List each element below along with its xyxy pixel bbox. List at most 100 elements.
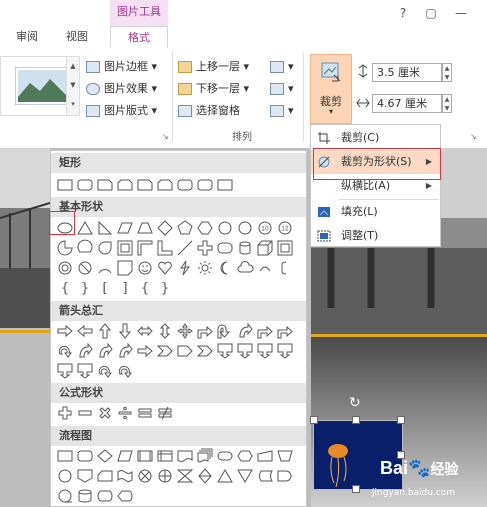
- menu-item-fit[interactable]: 调整(T): [311, 224, 440, 248]
- shape-fStored-icon[interactable]: [255, 467, 275, 485]
- shape-home-icon[interactable]: [175, 342, 195, 360]
- shape-mult-icon[interactable]: [95, 404, 115, 422]
- shape-fSum-icon[interactable]: [135, 467, 155, 485]
- shape-ud-icon[interactable]: [155, 322, 175, 340]
- shape-dia-icon[interactable]: [155, 219, 175, 237]
- shape-tri-icon[interactable]: [75, 219, 95, 237]
- shape-smile-icon[interactable]: [135, 259, 155, 277]
- shape-diag-icon[interactable]: [175, 239, 195, 257]
- rotate-handle-icon[interactable]: ↻: [349, 395, 361, 411]
- shape-left-icon[interactable]: [75, 322, 95, 340]
- minimize-button[interactable]: —: [450, 2, 472, 24]
- shape-neq-icon[interactable]: [155, 404, 175, 422]
- menu-item-crop[interactable]: 裁剪(C): [311, 126, 440, 150]
- shape-fMulti-icon[interactable]: [195, 447, 215, 465]
- shape-rrect-icon[interactable]: [75, 176, 95, 194]
- shape-half-icon[interactable]: [135, 239, 155, 257]
- shape-fSort-icon[interactable]: [195, 467, 215, 485]
- shape-fTape-icon[interactable]: [115, 467, 135, 485]
- shape-frame-icon[interactable]: [115, 239, 135, 257]
- shape-bolt-icon[interactable]: [175, 259, 195, 277]
- shape-rrect-icon[interactable]: [195, 176, 215, 194]
- resize-handle[interactable]: [352, 416, 360, 424]
- shape-snip2-icon[interactable]: [155, 176, 175, 194]
- shape-moon-icon[interactable]: [215, 259, 235, 277]
- shape-pie-icon[interactable]: [55, 239, 75, 257]
- shape-callout-icon[interactable]: [255, 342, 275, 360]
- size-dialog-launcher-icon[interactable]: ↘: [470, 132, 477, 141]
- shape-minus-icon[interactable]: [75, 404, 95, 422]
- shape-snip-icon[interactable]: [95, 176, 115, 194]
- shape-heart-icon[interactable]: [155, 259, 175, 277]
- shape-arc-icon[interactable]: [95, 259, 115, 277]
- shape-fDirect-icon[interactable]: [95, 487, 115, 505]
- shape-curved-icon[interactable]: [75, 342, 95, 360]
- shape-up-icon[interactable]: [95, 322, 115, 340]
- shape-fConn-icon[interactable]: [55, 467, 75, 485]
- shape-cube-icon[interactable]: [255, 239, 275, 257]
- shape-sun-icon[interactable]: [195, 259, 215, 277]
- shape-bent-icon[interactable]: [275, 322, 295, 340]
- shape-fManIn-icon[interactable]: [255, 447, 275, 465]
- shape-circA-icon[interactable]: [115, 362, 135, 380]
- shape-circA-icon[interactable]: [55, 342, 75, 360]
- shape-lshape-icon[interactable]: [155, 239, 175, 257]
- shape-tear-icon[interactable]: [95, 239, 115, 257]
- group-button[interactable]: ▾: [270, 80, 294, 98]
- shape-fMag-icon[interactable]: [75, 487, 95, 505]
- picture-effects-button[interactable]: 图片效果 ▾: [86, 80, 157, 98]
- shape-brace-icon[interactable]: }: [155, 279, 175, 297]
- selection-pane-button[interactable]: 选择窗格: [178, 102, 240, 120]
- shape-curved-icon[interactable]: [95, 342, 115, 360]
- bring-forward-button[interactable]: 上移一层 ▾: [178, 58, 249, 76]
- shape-cross-icon[interactable]: [195, 239, 215, 257]
- shape-bent-icon[interactable]: [255, 322, 275, 340]
- shape-right-icon[interactable]: [55, 322, 75, 340]
- shape-bevel-icon[interactable]: [275, 239, 295, 257]
- menu-item-fill[interactable]: 填充(L): [311, 200, 440, 224]
- shape-chord-icon[interactable]: [75, 239, 95, 257]
- shape-fAlt-icon[interactable]: [75, 447, 95, 465]
- width-spinner[interactable]: ▲ ▼: [442, 94, 452, 113]
- restore-button[interactable]: ▢: [420, 2, 442, 24]
- shape-chev-icon[interactable]: [195, 342, 215, 360]
- shape-hept-icon[interactable]: [215, 219, 235, 237]
- shape-fData-icon[interactable]: [115, 447, 135, 465]
- shape-fExt-icon[interactable]: [215, 467, 235, 485]
- jellyfish-image[interactable]: [313, 420, 403, 490]
- width-input[interactable]: 4.67 厘米: [372, 94, 442, 113]
- picture-border-button[interactable]: 图片边框 ▾: [86, 58, 157, 76]
- shape-cloud-icon[interactable]: [235, 259, 255, 277]
- shape-snip-icon[interactable]: [135, 176, 155, 194]
- shape-snip2-icon[interactable]: [115, 176, 135, 194]
- shape-callout-icon[interactable]: [275, 342, 295, 360]
- shape-para-icon[interactable]: [115, 219, 135, 237]
- shape-down-icon[interactable]: [115, 322, 135, 340]
- shape-num12-icon[interactable]: 12: [275, 219, 295, 237]
- help-button[interactable]: ?: [392, 2, 414, 24]
- shape-bent-icon[interactable]: [195, 322, 215, 340]
- shape-brace-icon[interactable]: [: [95, 279, 115, 297]
- shape-fInt-icon[interactable]: [155, 447, 175, 465]
- shape-fold-icon[interactable]: [115, 259, 135, 277]
- resize-handle[interactable]: [310, 416, 318, 424]
- shape-arcL-icon[interactable]: [255, 259, 275, 277]
- tab-view[interactable]: 视图: [60, 26, 94, 48]
- shape-fOff-icon[interactable]: [75, 467, 95, 485]
- shape-fCard-icon[interactable]: [95, 467, 115, 485]
- tab-review[interactable]: 审阅: [10, 26, 44, 48]
- shape-fColl-icon[interactable]: [175, 467, 195, 485]
- shape-fTerm-icon[interactable]: [215, 447, 235, 465]
- shape-rrect-icon[interactable]: [175, 176, 195, 194]
- shape-callout-icon[interactable]: [75, 362, 95, 380]
- shape-rect-icon[interactable]: [215, 176, 235, 194]
- shape-rtri-icon[interactable]: [95, 219, 115, 237]
- shape-fDec-icon[interactable]: [95, 447, 115, 465]
- shape-quad-icon[interactable]: [175, 322, 195, 340]
- send-backward-button[interactable]: 下移一层 ▾: [178, 80, 249, 98]
- gallery-scroll[interactable]: ▲ ▼ ▾: [66, 56, 80, 116]
- shape-circA-icon[interactable]: [95, 362, 115, 380]
- resize-handle[interactable]: [352, 485, 360, 493]
- align-button[interactable]: ▾: [270, 58, 294, 76]
- shape-fPre-icon[interactable]: [135, 447, 155, 465]
